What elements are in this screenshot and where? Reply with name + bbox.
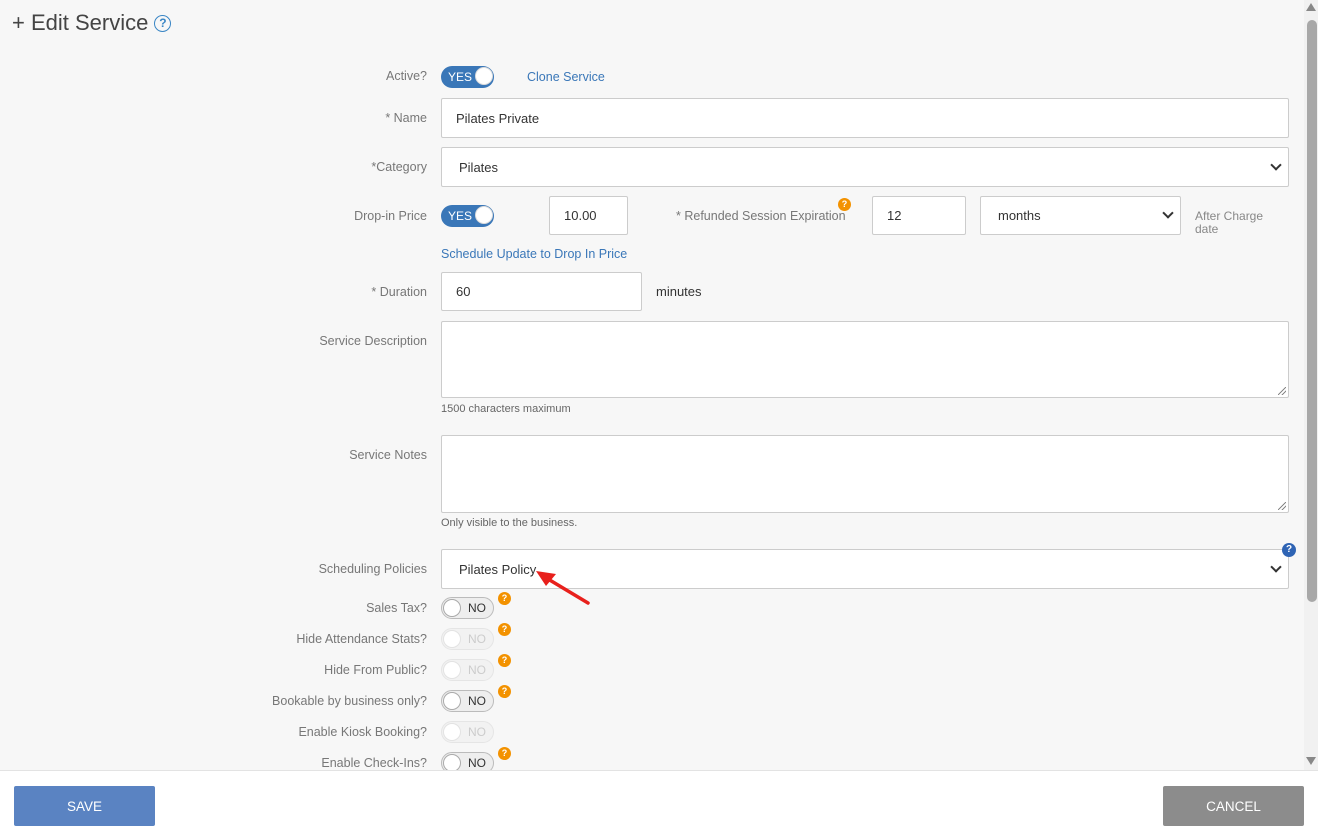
refund-unit-value: months [998,208,1041,223]
scroll-down-icon[interactable] [1306,757,1316,765]
dropin-label: Drop-in Price [354,209,427,223]
toggle-label: Enable Kiosk Booking? [298,725,427,739]
refund-expiration-value: 12 [887,208,902,223]
toggle-value: NO [468,725,486,739]
after-charge-text: After Charge date [1195,209,1264,236]
help-icon[interactable]: ? [154,14,172,32]
save-button[interactable]: SAVE [14,786,155,826]
toggle-label: Hide Attendance Stats? [296,632,427,646]
toggle-label: Enable Check-Ins? [321,756,427,770]
category-select[interactable]: Pilates [441,147,1289,187]
duration-label: * Duration [371,285,427,299]
cancel-button[interactable]: CANCEL [1163,786,1304,826]
notes-textarea[interactable] [441,435,1289,513]
toggle-knob [443,599,461,617]
duration-field[interactable]: 60 [441,272,642,311]
name-label: * Name [385,111,427,125]
toggle-value: NO [468,663,486,677]
refund-unit-select[interactable]: months [980,196,1181,235]
toggle-label: Hide From Public? [324,663,427,677]
policies-label: Scheduling Policies [318,562,427,576]
toggle-switch: NO [441,628,494,650]
annotation-arrow-icon [536,571,590,605]
category-label: *Category [371,160,427,174]
toggle-knob [443,723,461,741]
page-title-text: Edit Service [30,10,149,35]
help-icon[interactable]: ? [838,198,851,211]
name-field-value: Pilates Private [456,110,540,126]
dropin-price-field[interactable]: 10.00 [549,196,628,235]
clone-service-link[interactable]: Clone Service [527,70,605,84]
toggle-knob [443,692,461,710]
toggle-knob [475,67,493,85]
resize-handle[interactable] [1278,502,1286,510]
toggle-value: NO [468,632,486,646]
dropin-toggle[interactable]: YES [441,205,494,227]
toggle-switch[interactable]: NO [441,597,494,619]
help-icon[interactable]: ? [498,592,511,605]
active-toggle[interactable]: YES [441,66,494,88]
chevron-down-icon [1270,560,1282,573]
active-toggle-text: YES [448,70,473,84]
help-icon[interactable]: ? [498,685,511,698]
toggle-switch: NO [441,721,494,743]
dropin-toggle-text: YES [448,209,473,223]
toggle-value: NO [468,694,486,708]
refund-expiration-field[interactable]: 12 [872,196,966,235]
active-label: Active? [386,69,427,83]
toggle-value: NO [468,756,486,770]
toggle-label: Bookable by business only? [272,694,427,708]
footer-bar: SAVE CANCEL [0,770,1318,836]
chevron-down-icon [1270,158,1282,171]
duration-unit: minutes [656,284,702,299]
help-icon[interactable]: ? [1282,543,1296,557]
chevron-down-icon [1162,207,1174,219]
toggle-knob [443,630,461,648]
schedule-update-link[interactable]: Schedule Update to Drop In Price [441,247,627,261]
help-icon[interactable]: ? [498,623,511,636]
toggle-switch[interactable]: NO [441,690,494,712]
duration-value: 60 [456,284,471,299]
toggle-switch: NO [441,659,494,681]
scroll-up-icon[interactable] [1306,3,1316,11]
name-field[interactable]: Pilates Private [441,98,1289,138]
help-icon[interactable]: ? [498,654,511,667]
toggle-knob [475,206,493,224]
description-textarea[interactable] [441,321,1289,398]
dropin-price-value: 10.00 [564,208,597,223]
toggle-knob [443,661,461,679]
policies-value: Pilates Policy [459,561,537,577]
toggle-label: Sales Tax? [366,601,427,615]
resize-handle[interactable] [1278,387,1286,395]
category-select-value: Pilates [459,159,499,175]
plus-icon: + [12,10,25,35]
scrollbar-thumb[interactable] [1307,20,1317,602]
notes-label: Service Notes [349,448,427,462]
page-title: + Edit Service ? [12,10,172,36]
help-icon[interactable]: ? [498,747,511,760]
refund-expiration-label: * Refunded Session Expiration [676,209,846,223]
notes-hint: Only visible to the business. [441,517,578,529]
description-hint: 1500 characters maximum [441,403,571,415]
toggle-value: NO [468,601,486,615]
description-label: Service Description [319,334,427,348]
